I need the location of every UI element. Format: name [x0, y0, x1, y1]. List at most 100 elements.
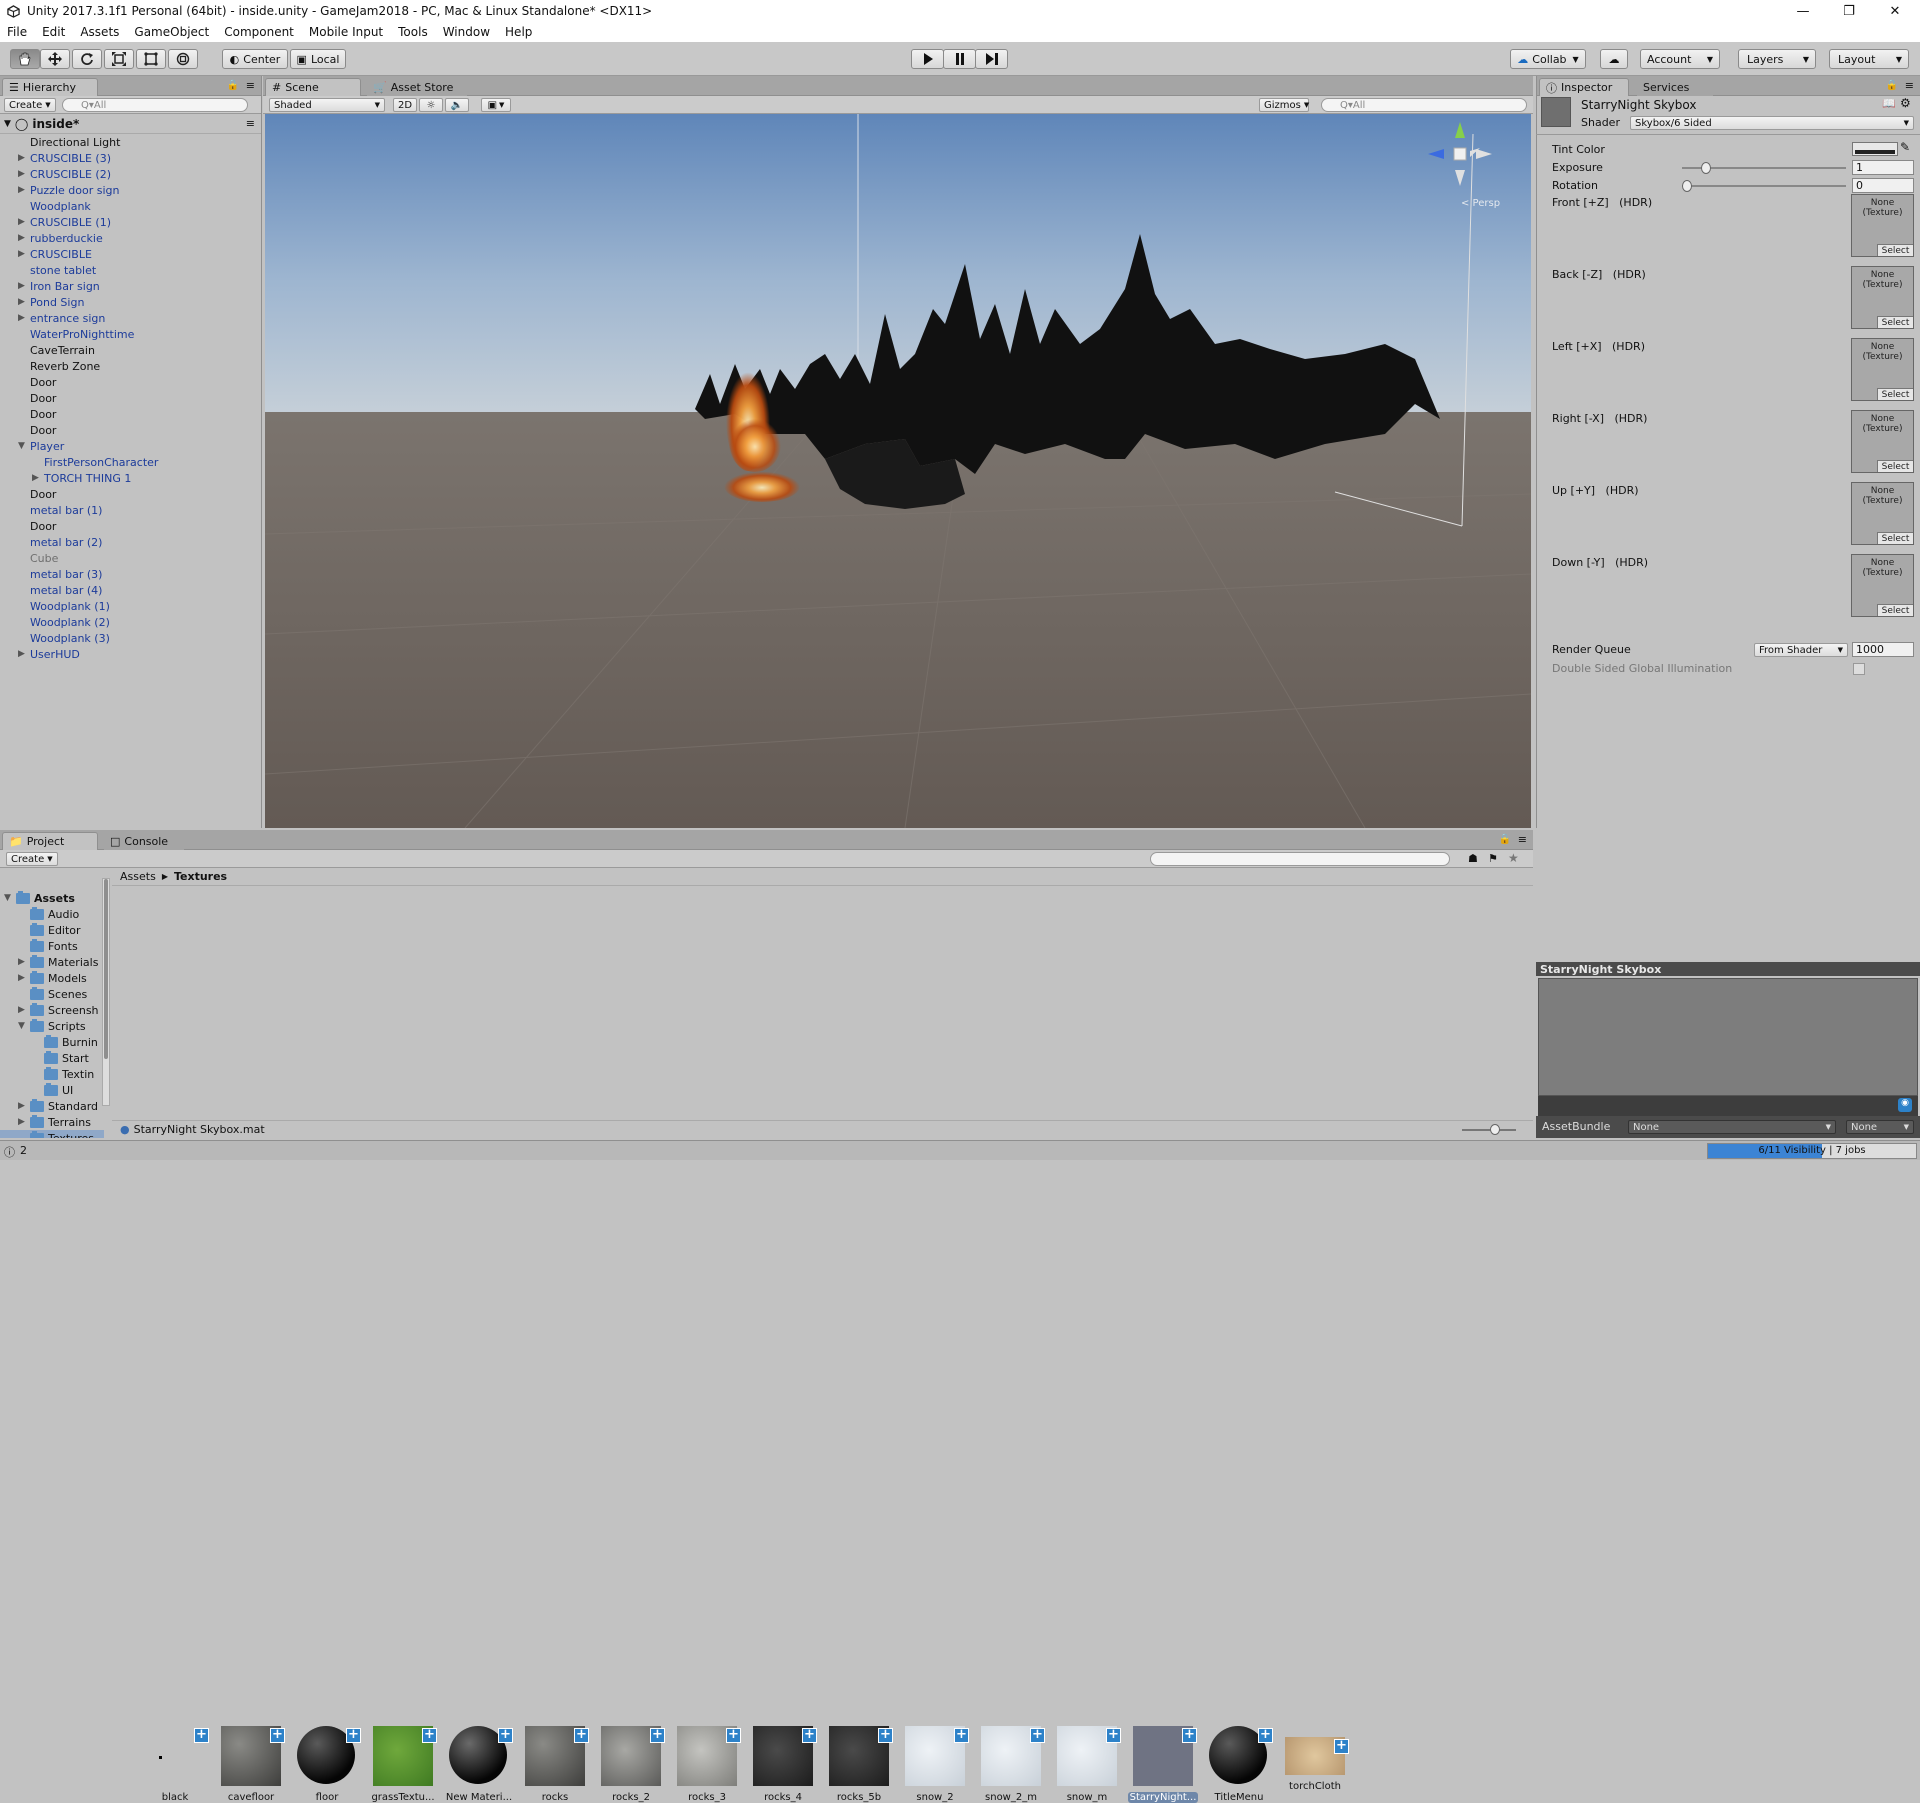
- texture-slot[interactable]: None (Texture) Select: [1851, 338, 1914, 401]
- audio-toggle[interactable]: 🔈: [445, 98, 469, 112]
- hierarchy-item[interactable]: stone tablet: [0, 262, 262, 278]
- project-create-button[interactable]: Create ▼: [6, 852, 58, 866]
- rotate-tool-button[interactable]: [72, 49, 102, 69]
- hand-tool-button[interactable]: [10, 49, 40, 69]
- help-icon[interactable]: 📖: [1882, 97, 1896, 110]
- breadcrumb-assets[interactable]: Assets: [120, 870, 156, 883]
- folder-tree-item[interactable]: ▶ Materials: [0, 954, 104, 970]
- space-local-button[interactable]: ▣ Local: [290, 49, 346, 69]
- rotation-input[interactable]: 0: [1852, 178, 1914, 193]
- hierarchy-item[interactable]: Door: [0, 518, 262, 534]
- chevron-right-icon[interactable]: ▶: [18, 1117, 25, 1127]
- rotation-slider[interactable]: [1682, 185, 1846, 187]
- add-icon[interactable]: +: [1106, 1728, 1121, 1743]
- transform-tool-button[interactable]: [168, 49, 198, 69]
- asset-item[interactable]: + New Materi...: [444, 1726, 514, 1803]
- scale-tool-button[interactable]: [104, 49, 134, 69]
- shader-dropdown[interactable]: Skybox/6 Sided ▼: [1630, 116, 1914, 130]
- hierarchy-item[interactable]: Door: [0, 422, 262, 438]
- hierarchy-item[interactable]: metal bar (2): [0, 534, 262, 550]
- folder-tree-item[interactable]: Textin: [0, 1066, 104, 1082]
- texture-slot[interactable]: None (Texture) Select: [1851, 554, 1914, 617]
- step-button[interactable]: [975, 49, 1008, 69]
- chevron-right-icon[interactable]: ▶: [18, 249, 25, 259]
- tab-asset-store[interactable]: 🛒 Asset Store: [367, 78, 467, 96]
- folder-tree-item[interactable]: Editor: [0, 922, 104, 938]
- folder-tree-item[interactable]: UI: [0, 1082, 104, 1098]
- asset-item[interactable]: + rocks: [520, 1726, 590, 1803]
- chevron-right-icon[interactable]: ▶: [18, 153, 25, 163]
- hierarchy-item[interactable]: Woodplank: [0, 198, 262, 214]
- tab-project[interactable]: 📁 Project: [2, 832, 98, 850]
- panel-menu-icon[interactable]: ≡: [1518, 833, 1527, 846]
- chevron-right-icon[interactable]: ▶: [18, 297, 25, 307]
- tab-hierarchy[interactable]: ☰ Hierarchy: [2, 78, 98, 96]
- hierarchy-item[interactable]: ▶ CRUSCIBLE (2): [0, 166, 262, 182]
- pivot-center-button[interactable]: ◐ Center: [222, 49, 288, 69]
- tree-scrollbar[interactable]: [102, 878, 110, 1106]
- lock-icon[interactable]: 🔒: [227, 80, 239, 91]
- hierarchy-item[interactable]: ▶ CRUSCIBLE (3): [0, 150, 262, 166]
- hierarchy-item[interactable]: Reverb Zone: [0, 358, 262, 374]
- render-queue-input[interactable]: 1000: [1852, 642, 1914, 657]
- asset-item[interactable]: + rocks_3: [672, 1726, 742, 1803]
- menu-assets[interactable]: Assets: [73, 25, 127, 39]
- icon-size-slider[interactable]: [1462, 1129, 1516, 1131]
- chevron-right-icon[interactable]: ▶: [18, 1101, 25, 1111]
- scene-search-input[interactable]: Q▾All: [1321, 98, 1527, 112]
- gear-icon[interactable]: ⚙: [1900, 96, 1911, 110]
- menu-file[interactable]: File: [0, 25, 35, 39]
- hierarchy-item[interactable]: ▼ Player: [0, 438, 262, 454]
- texture-slot[interactable]: None (Texture) Select: [1851, 482, 1914, 545]
- panel-menu-icon[interactable]: ≡: [246, 79, 255, 92]
- folder-tree-item[interactable]: Start: [0, 1050, 104, 1066]
- chevron-right-icon[interactable]: ▶: [18, 957, 25, 967]
- hierarchy-search-input[interactable]: Q▾All: [62, 98, 248, 112]
- breadcrumb-textures[interactable]: Textures: [174, 870, 227, 883]
- cloud-button[interactable]: ☁: [1600, 49, 1628, 69]
- icon-size-slider-thumb[interactable]: [1490, 1124, 1500, 1135]
- asset-item[interactable]: + StarryNight...: [1128, 1726, 1198, 1803]
- asset-item[interactable]: + black: [140, 1726, 210, 1803]
- texture-slot[interactable]: None (Texture) Select: [1851, 266, 1914, 329]
- menu-help[interactable]: Help: [498, 25, 540, 39]
- minimize-icon[interactable]: —: [1780, 0, 1826, 22]
- filter-by-label-icon[interactable]: ⚑: [1488, 852, 1498, 865]
- panel-menu-icon[interactable]: ≡: [1905, 79, 1914, 92]
- menu-edit[interactable]: Edit: [35, 25, 73, 39]
- chevron-down-icon[interactable]: ▼: [18, 441, 25, 451]
- texture-select-button[interactable]: Select: [1877, 604, 1913, 616]
- folder-tree-item[interactable]: Fonts: [0, 938, 104, 954]
- add-icon[interactable]: +: [422, 1728, 437, 1743]
- tint-color-field[interactable]: [1852, 142, 1898, 156]
- chevron-down-icon[interactable]: ▼: [18, 1021, 25, 1031]
- effects-dropdown[interactable]: ▣ ▼: [481, 98, 511, 112]
- menu-mobile-input[interactable]: Mobile Input: [302, 25, 391, 39]
- rect-tool-button[interactable]: [136, 49, 166, 69]
- add-icon[interactable]: +: [1334, 1739, 1349, 1754]
- folder-tree-item[interactable]: ▼ Assets: [0, 890, 104, 906]
- texture-select-button[interactable]: Select: [1877, 532, 1913, 544]
- chevron-right-icon[interactable]: ▶: [18, 649, 25, 659]
- hierarchy-item[interactable]: ▶ entrance sign: [0, 310, 262, 326]
- add-icon[interactable]: +: [574, 1728, 589, 1743]
- hierarchy-create-button[interactable]: Create ▼: [4, 98, 56, 112]
- play-button[interactable]: [911, 49, 944, 69]
- hierarchy-item[interactable]: Door: [0, 406, 262, 422]
- progress-bar[interactable]: 6/11 Visibility | 7 jobs: [1707, 1143, 1917, 1159]
- asset-item[interactable]: + snow_2_m: [976, 1726, 1046, 1803]
- menu-tools[interactable]: Tools: [391, 25, 436, 39]
- double-sided-gi-checkbox[interactable]: [1853, 663, 1865, 675]
- menu-window[interactable]: Window: [436, 25, 498, 39]
- folder-tree-item[interactable]: Textures: [0, 1130, 104, 1138]
- rotation-slider-thumb[interactable]: [1682, 180, 1692, 192]
- assetbundle-name-dropdown[interactable]: None ▼: [1628, 1120, 1836, 1134]
- asset-item[interactable]: + floor: [292, 1726, 362, 1803]
- chevron-right-icon[interactable]: ▶: [18, 281, 25, 291]
- chevron-right-icon[interactable]: ▶: [18, 217, 25, 227]
- hierarchy-item[interactable]: metal bar (4): [0, 582, 262, 598]
- add-icon[interactable]: +: [878, 1728, 893, 1743]
- project-search-input[interactable]: [1150, 852, 1450, 866]
- exposure-input[interactable]: 1: [1852, 160, 1914, 175]
- chevron-right-icon[interactable]: ▶: [18, 233, 25, 243]
